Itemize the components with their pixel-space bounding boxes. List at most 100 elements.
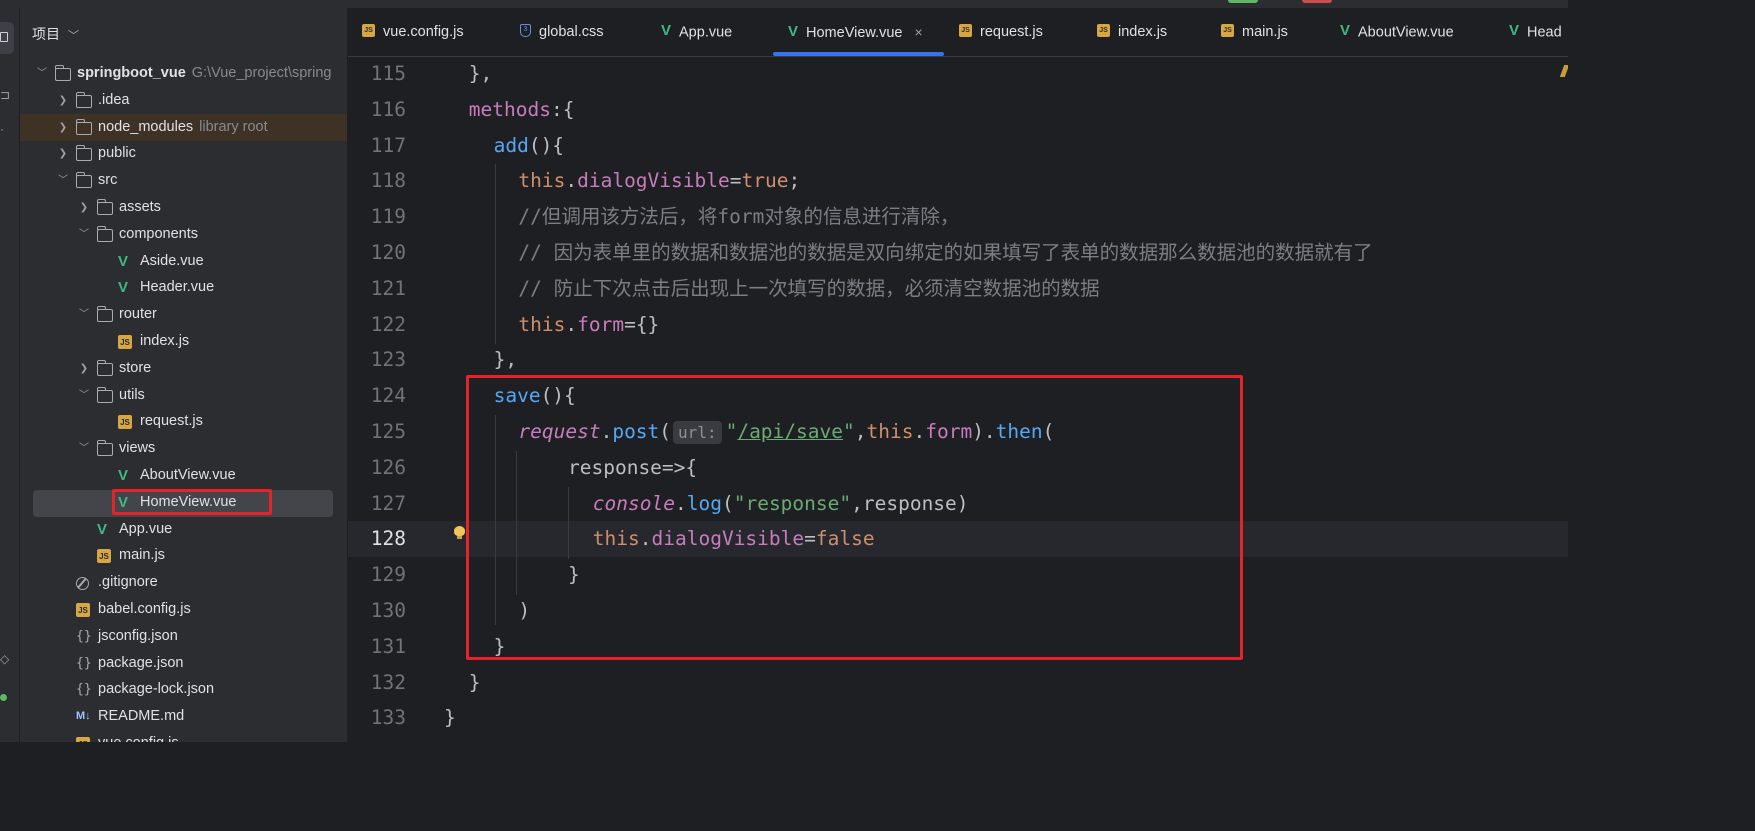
folder-icon — [0, 32, 8, 42]
tree-item[interactable]: V Aside.vue — [20, 248, 347, 275]
code-text: }, — [469, 57, 492, 92]
tree-item[interactable]: V AboutView.vue — [20, 462, 347, 489]
chevron-right-icon[interactable]: ❯ — [77, 194, 91, 221]
more-tools-icon[interactable]: · — [0, 122, 4, 136]
chevron-right-icon[interactable]: ❯ — [56, 140, 70, 167]
editor-tab[interactable]: V AboutView.vue — [1340, 8, 1454, 56]
code-line[interactable]: 121 // 防止下次点击后出现上一次填写的数据，必须清空数据池的数据 — [348, 271, 1568, 307]
tree-item[interactable]: ﹀ springboot_vue G:\Vue_project\spring — [20, 60, 347, 87]
tree-item[interactable]: JS request.js — [20, 408, 347, 435]
tree-item[interactable]: ﹀ components — [20, 221, 347, 248]
code-line[interactable]: 123}, — [348, 342, 1568, 378]
tree-item[interactable]: JS babel.config.js — [20, 596, 347, 623]
services-icon[interactable]: ◇ — [0, 652, 9, 666]
chevron-right-icon[interactable]: ❯ — [77, 355, 91, 382]
code-line[interactable]: 132} — [348, 665, 1568, 701]
tree-item[interactable]: ❯ node_modules library root — [20, 113, 347, 141]
tree-item-name: assets — [119, 199, 161, 215]
tree-item[interactable]: V Header.vue — [20, 274, 347, 301]
chevron-right-icon[interactable]: ❯ — [56, 114, 70, 141]
code-token: dialogVisible — [577, 169, 730, 193]
code-token: methods — [468, 97, 551, 121]
tree-item[interactable]: ﹀ router — [20, 301, 347, 328]
tree-item-label: public — [98, 140, 136, 167]
tree-item[interactable]: ﹀ utils — [20, 382, 347, 409]
editor-tab[interactable]: V Head — [1509, 8, 1562, 56]
code-line[interactable]: 116 methods:{ — [348, 92, 1568, 128]
code-line[interactable]: 133} — [348, 700, 1568, 736]
tree-item[interactable]: M↓ README.md — [20, 703, 347, 730]
code-line[interactable]: 118 this.dialogVisible=true; — [348, 163, 1568, 199]
tree-item[interactable]: ❯ public — [20, 140, 347, 167]
code-text: add(){ — [494, 128, 564, 164]
editor-tab[interactable]: JS index.js — [1097, 8, 1167, 56]
tree-item[interactable]: {} jsconfig.json — [20, 623, 347, 650]
code-token: // 防止下次点击后出现上一次填写的数据，必须清空数据池的数据 — [518, 276, 1100, 300]
editor-tab[interactable]: V App.vue — [661, 8, 732, 56]
editor-tab[interactable]: JS main.js — [1221, 8, 1288, 56]
editor-tab[interactable]: 3 global.css — [520, 8, 603, 56]
project-tool-button[interactable] — [0, 22, 14, 54]
chevron-down-icon[interactable]: ﹀ — [77, 221, 91, 248]
code-line[interactable]: 117 add(){ — [348, 128, 1568, 164]
editor-tab[interactable]: JS vue.config.js — [362, 8, 464, 56]
code-token: true — [741, 169, 789, 193]
tree-item[interactable]: {} package-lock.json — [20, 676, 347, 703]
tree-item[interactable]: {} package.json — [20, 650, 347, 677]
lightbulb-icon[interactable] — [454, 526, 465, 539]
tree-item-label: components — [119, 221, 198, 248]
commit-icon[interactable]: ⊐ — [0, 88, 10, 102]
code-line[interactable]: 115}, — [348, 57, 1568, 92]
json-file-icon: {} — [76, 628, 92, 644]
tree-item[interactable]: .gitignore — [20, 569, 347, 596]
chevron-down-icon[interactable]: ﹀ — [35, 60, 49, 87]
chevron-down-icon[interactable]: ﹀ — [77, 382, 91, 409]
line-number: 119 — [370, 205, 406, 229]
code-line[interactable]: 120 // 因为表单里的数据和数据池的数据是双向绑定的如果填写了表单的数据那么数… — [348, 235, 1568, 271]
tree-item-label: router — [119, 301, 157, 328]
chevron-right-icon[interactable]: ❯ — [56, 87, 70, 114]
tree-item[interactable]: ❯ assets — [20, 194, 347, 221]
project-panel: 项目 ﹀ ﹀ springboot_vue G:\Vue_project\spring… — [20, 8, 347, 742]
line-number: 122 — [370, 312, 406, 336]
editor-tab[interactable]: V HomeView.vue × — [788, 8, 923, 56]
vue-file-icon: V — [661, 22, 672, 39]
chevron-down-icon[interactable]: ﹀ — [77, 301, 91, 328]
tree-item[interactable]: JS index.js — [20, 328, 347, 355]
tree-item-label: jsconfig.json — [98, 623, 178, 650]
tree-item-name: Aside.vue — [140, 252, 204, 269]
json-file-icon: {} — [76, 655, 92, 671]
editor-tab[interactable]: JS request.js — [959, 8, 1043, 56]
tree-item[interactable]: JS vue.config.js — [20, 730, 347, 742]
tree-item[interactable]: V App.vue — [20, 516, 347, 543]
tree-item-name: package-lock.json — [98, 681, 215, 698]
folder-icon — [96, 225, 113, 242]
close-icon[interactable]: × — [914, 24, 922, 40]
tree-item-name: .idea — [98, 91, 130, 108]
project-panel-title[interactable]: 项目 ﹀ — [32, 24, 79, 44]
tree-item-name: index.js — [140, 333, 190, 349]
vue-file-icon: V — [788, 22, 799, 40]
tree-item[interactable]: ❯ .idea — [20, 87, 347, 114]
chevron-down-icon[interactable]: ﹀ — [77, 435, 91, 462]
folder-icon — [96, 440, 113, 457]
folder-icon — [54, 65, 71, 81]
line-number: 127 — [370, 491, 406, 515]
vue-file-icon: V — [1340, 22, 1351, 39]
tree-item-name: AboutView.vue — [140, 467, 236, 483]
code-line[interactable]: 119 //但调用该方法后，将form对象的信息进行清除， — [348, 199, 1568, 235]
ignore-file-icon — [76, 577, 89, 591]
tree-item-label: node_modules library root — [98, 114, 268, 141]
tree-item[interactable]: ﹀ src — [20, 167, 347, 194]
code-editor[interactable]: 115}, 116 methods:{117 add(){118 this.dialog… — [348, 57, 1568, 742]
tree-item-label: store — [119, 355, 151, 382]
code-token: add — [493, 133, 529, 157]
code-line[interactable]: 122 this.form={} — [348, 307, 1568, 343]
tree-item[interactable]: ❯ store — [20, 355, 347, 382]
tree-item-description: library root — [199, 118, 268, 135]
tree-item[interactable]: JS main.js — [20, 542, 347, 569]
tree-item-name: router — [119, 306, 157, 323]
chevron-down-icon[interactable]: ﹀ — [56, 167, 70, 194]
line-number: 131 — [370, 634, 406, 658]
tree-item[interactable]: ﹀ views — [20, 435, 347, 462]
